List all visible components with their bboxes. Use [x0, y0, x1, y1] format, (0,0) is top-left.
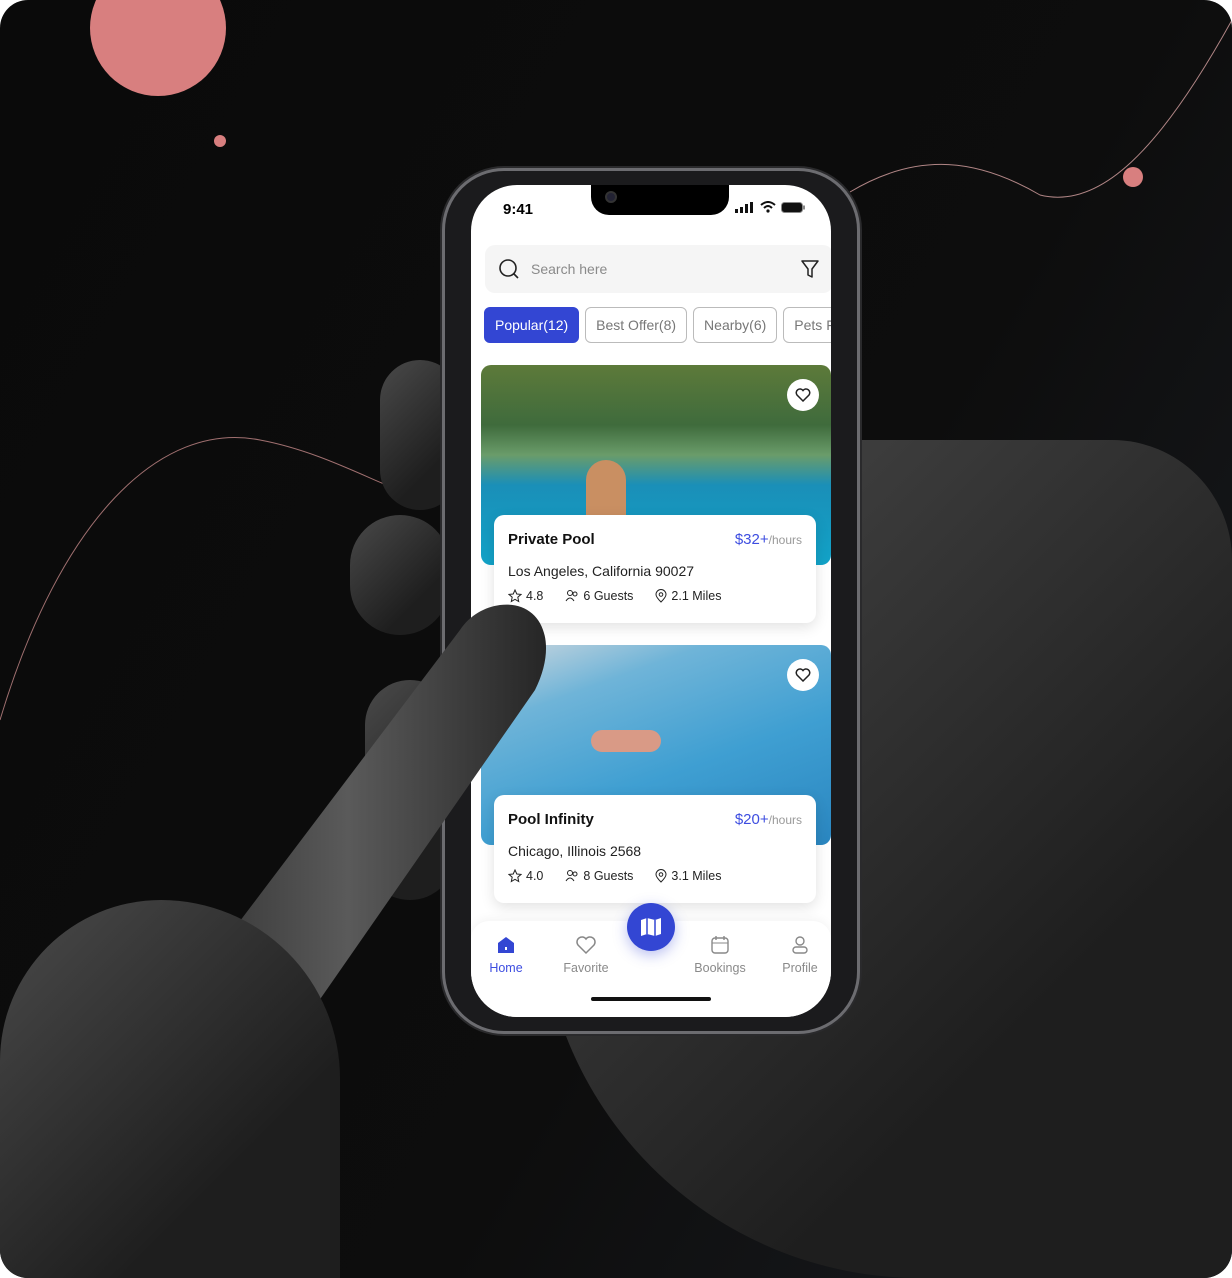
mockup-background: 9:41 Popular(12) Best Offer(8) Nearby(6)… — [0, 0, 1232, 1278]
lower-hand — [0, 900, 340, 1278]
